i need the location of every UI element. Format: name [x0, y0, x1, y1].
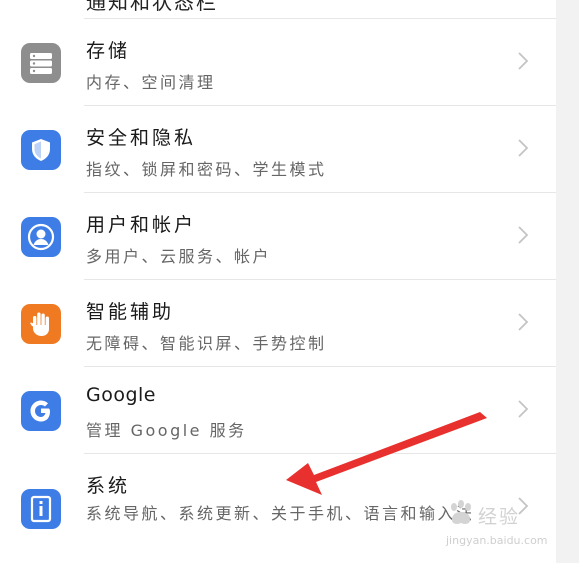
divider — [84, 105, 556, 106]
settings-item-users-accounts[interactable]: 用户和帐户 多用户、云服务、帐户 — [0, 192, 556, 279]
settings-item-storage[interactable]: 存储 内存、空间清理 — [0, 18, 556, 105]
item-subtitle: 无障碍、智能识屏、手势控制 — [86, 334, 327, 353]
divider — [84, 453, 556, 454]
cut-off-row-title: 通知和状态栏 — [86, 0, 218, 14]
chevron-right-icon — [518, 226, 528, 244]
shield-icon — [21, 130, 61, 170]
item-title: 安全和隐私 — [86, 127, 197, 149]
settings-item-security-privacy[interactable]: 安全和隐私 指纹、锁屏和密码、学生模式 — [0, 105, 556, 192]
item-subtitle: 内存、空间清理 — [86, 73, 216, 92]
chevron-right-icon — [518, 400, 528, 418]
divider — [84, 18, 556, 19]
paw-logo-icon — [451, 500, 471, 524]
chevron-right-icon — [518, 52, 528, 70]
settings-item-smart-assistance[interactable]: 智能辅助 无障碍、智能识屏、手势控制 — [0, 279, 556, 366]
item-title: 系统 — [86, 475, 131, 497]
item-subtitle: 管理 Google 服务 — [86, 421, 247, 440]
scroll-edge — [556, 0, 579, 563]
settings-item-google[interactable]: Google 管理 Google 服务 — [0, 366, 556, 453]
hand-icon — [21, 304, 61, 344]
item-title: 智能辅助 — [86, 301, 175, 323]
settings-list: 存储 内存、空间清理 安全和隐私 指纹、锁屏和密码、学生模式 用户和帐户 多用户… — [0, 18, 556, 563]
watermark-url: jingyan.baidu.com — [446, 534, 548, 547]
chevron-right-icon — [518, 139, 528, 157]
divider — [84, 279, 556, 280]
watermark: 经验 jingyan.baidu.com — [446, 498, 556, 558]
divider — [84, 366, 556, 367]
item-subtitle: 多用户、云服务、帐户 — [86, 247, 272, 266]
chevron-right-icon — [518, 313, 528, 331]
item-subtitle: 指纹、锁屏和密码、学生模式 — [86, 160, 327, 179]
settings-page: 通知和状态栏 存储 内存、空间清理 安全和隐私 指纹、锁屏和密码、学生模式 用户… — [0, 0, 579, 563]
storage-icon — [21, 43, 61, 83]
system-info-icon — [21, 489, 61, 529]
item-title: Google — [86, 384, 157, 406]
item-title: 用户和帐户 — [86, 214, 197, 236]
watermark-brand: 经验 — [478, 506, 521, 528]
divider — [84, 192, 556, 193]
user-icon — [21, 217, 61, 257]
google-icon — [21, 391, 61, 431]
item-title: 存储 — [86, 40, 131, 62]
